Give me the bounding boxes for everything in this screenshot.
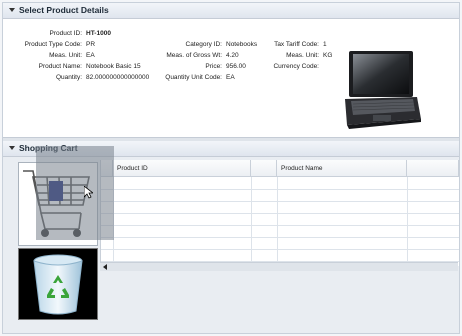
recycle-bin-drop-target[interactable] bbox=[18, 248, 98, 320]
meas-unit-value: EA bbox=[86, 52, 95, 59]
product-name-label: Product Name: bbox=[38, 63, 82, 70]
recycle-bin-icon bbox=[33, 254, 83, 315]
laptop-icon bbox=[345, 51, 421, 129]
column-divider bbox=[251, 177, 252, 261]
price-value: 956.00 bbox=[226, 63, 246, 70]
column-divider bbox=[407, 177, 408, 261]
product-type-value: PR bbox=[86, 41, 96, 48]
column-divider bbox=[277, 177, 278, 261]
column-header-blank[interactable] bbox=[251, 160, 277, 177]
product-id-value: HT-1000 bbox=[86, 30, 111, 37]
meas-unit-2-label: Meas. Unit: bbox=[286, 52, 319, 59]
meas-unit-2-value: KG bbox=[323, 52, 333, 59]
collapse-triangle-icon[interactable] bbox=[9, 8, 15, 13]
column-header-product-name[interactable]: Product Name bbox=[277, 160, 407, 177]
gross-weight-label: Meas. of Gross Wt: bbox=[166, 52, 222, 59]
drag-ghost-overlay bbox=[36, 146, 114, 240]
category-label: Category ID: bbox=[185, 41, 223, 48]
product-details-form: Product ID: HT-1000 Product Type Code: P… bbox=[3, 19, 459, 137]
quantity-unit-label: Quantity Unit Code: bbox=[165, 74, 222, 81]
mouse-cursor-icon bbox=[84, 186, 93, 199]
quantity-value: 82.000000000000000 bbox=[86, 74, 150, 81]
horizontal-scrollbar[interactable] bbox=[100, 262, 458, 271]
column-header-blank[interactable] bbox=[407, 160, 459, 177]
gross-weight-value: 4.20 bbox=[226, 52, 239, 59]
scroll-left-arrow-icon[interactable] bbox=[103, 264, 107, 270]
product-type-label: Product Type Code: bbox=[24, 41, 82, 48]
product-id-label: Product ID: bbox=[49, 30, 82, 37]
quantity-label: Quantity: bbox=[55, 74, 82, 81]
table-row[interactable] bbox=[101, 249, 459, 262]
tax-tariff-value: 1 bbox=[323, 41, 327, 48]
quantity-unit-value: EA bbox=[226, 74, 235, 81]
currency-label: Currency Code: bbox=[273, 63, 319, 70]
cart-table[interactable]: Product ID Product Name bbox=[100, 160, 459, 266]
column-header-product-id[interactable]: Product ID bbox=[113, 160, 251, 177]
meas-unit-label: Meas. Unit: bbox=[49, 52, 82, 59]
product-name-value: Notebook Basic 15 bbox=[86, 63, 141, 70]
panel-title: Select Product Details bbox=[19, 5, 109, 15]
collapse-triangle-icon[interactable] bbox=[9, 146, 15, 151]
category-value: Notebooks bbox=[226, 41, 258, 48]
price-label: Price: bbox=[205, 63, 222, 70]
select-product-panel-header[interactable]: Select Product Details bbox=[3, 3, 459, 19]
tax-tariff-label: Tax Tariff Code: bbox=[274, 41, 319, 48]
